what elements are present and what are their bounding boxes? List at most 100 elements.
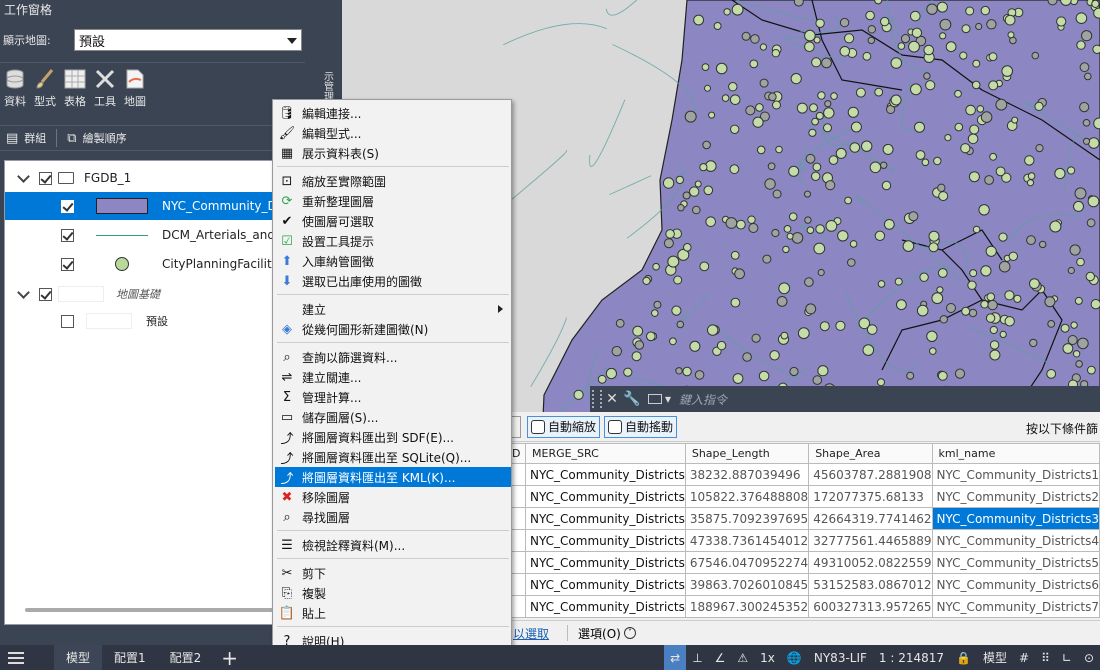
wrench-icon[interactable]: 🔧 — [622, 391, 642, 407]
table-cell[interactable]: NYC_Community_Districts1 — [931, 463, 1100, 486]
menu-item[interactable]: ⬇ 選取已出庫使用的圖徵 — [275, 271, 511, 291]
snap-icon[interactable]: ⠿ — [1035, 645, 1056, 670]
menu-item[interactable]: 🛢 編輯連接... — [275, 103, 511, 123]
table-cell[interactable]: NYC_Community_Districts3 — [931, 507, 1100, 530]
menu-item[interactable]: ✖ 移除圖層 — [275, 487, 511, 507]
chevron-down-icon[interactable] — [17, 288, 29, 300]
table-cell[interactable]: 105822.376488808 — [684, 485, 810, 508]
table-cell[interactable]: 600327313.957265 — [808, 595, 933, 618]
table-cell[interactable]: NYC_Community_Districts — [525, 529, 686, 552]
table-cell[interactable]: NYC_Community_Districts2 — [931, 485, 1100, 508]
table-cell[interactable]: NYC_Community_Districts — [525, 507, 686, 530]
filter-label[interactable]: 按以下條件篩 — [1026, 420, 1098, 437]
lock-icon[interactable]: 🔒 — [950, 645, 977, 670]
table-row[interactable]: NYC_Community_Districts 188967.300245352 6… — [505, 595, 1100, 618]
menu-item[interactable]: ⬆ 入庫納管圖徵 — [275, 251, 511, 271]
column-header[interactable]: kml_name — [931, 443, 1100, 464]
table-cell[interactable]: NYC_Community_Districts — [525, 573, 686, 596]
tab-layout1[interactable]: 配置1 — [102, 645, 158, 670]
globe-icon[interactable]: 🌐 — [781, 645, 808, 670]
table-cell[interactable]: NYC_Community_Districts4 — [931, 529, 1100, 552]
table-cell[interactable]: 188967.300245352 — [684, 595, 810, 618]
group-visibility-checkbox[interactable] — [39, 171, 52, 185]
table-row[interactable]: NYC_Community_Districts 35875.7092397695 4… — [505, 507, 1100, 530]
table-cell[interactable]: 67546.0470952274 — [684, 551, 810, 574]
menu-item[interactable]: ⤴ 將圖層資料匯出至 KML(K)... — [275, 467, 511, 487]
menu-item[interactable]: ⟳ 重新整理圖層 — [275, 191, 511, 211]
table-cell[interactable]: 32777561.4465889 — [808, 529, 933, 552]
display-map-select[interactable]: 預設 — [74, 29, 302, 51]
menu-item[interactable]: ☑ 設置工具提示 — [275, 231, 511, 251]
default-visibility-checkbox[interactable] — [61, 314, 74, 328]
table-row[interactable]: NYC_Community_Districts 105822.376488808 1… — [505, 485, 1100, 508]
table-row[interactable]: NYC_Community_Districts 39863.7026010845 5… — [505, 573, 1100, 596]
menu-item[interactable]: 📋 貼上 — [275, 603, 511, 623]
table-cell[interactable]: 35875.7092397695 — [684, 507, 810, 530]
ribbon-tools-button[interactable]: 工具 — [90, 63, 120, 112]
table-cell[interactable]: NYC_Community_Districts5 — [931, 551, 1100, 574]
menu-item[interactable]: ◈ 從幾何圖形新建圖徵(N) — [275, 319, 511, 339]
hamburger-menu-icon[interactable] — [8, 651, 24, 664]
table-cell[interactable]: 39863.7026010845 — [684, 573, 810, 596]
column-header[interactable]: Shape_Length — [684, 443, 810, 464]
menu-item[interactable]: ⌕ 查詢以篩選資料... — [275, 347, 511, 367]
close-icon[interactable]: ✕ — [602, 391, 622, 407]
menu-item[interactable]: ⇌ 建立關連... — [275, 367, 511, 387]
coordinate-system[interactable]: NY83-LIF — [808, 645, 873, 670]
ribbon-table-button[interactable]: 表格 — [60, 63, 90, 112]
menu-item[interactable]: ▭ 儲存圖層(S)... — [275, 407, 511, 427]
draw-order-button[interactable]: ⧉ 繪製順序 — [61, 130, 132, 146]
table-cell[interactable]: NYC_Community_Districts — [525, 551, 686, 574]
command-prompt-dropdown[interactable]: ▾ — [648, 392, 671, 406]
menu-item[interactable]: 🖌 編輯型式... — [275, 123, 511, 143]
angle-icon[interactable]: ∠ — [709, 645, 732, 670]
menu-item[interactable]: ▦ 展示資料表(S) — [275, 143, 511, 163]
map-scale[interactable]: 1 : 214817 — [873, 645, 950, 670]
command-line[interactable]: ✕ 🔧 ▾ 鍵入指令 — [590, 386, 1100, 412]
menu-item[interactable]: ☰ 檢視詮釋資料(M)... — [275, 535, 511, 555]
tab-model[interactable]: 模型 — [54, 645, 103, 670]
menu-item[interactable]: ⎘ 複製 — [275, 583, 511, 603]
auto-zoom-button[interactable]: 自動縮放 — [527, 415, 601, 438]
annotation-scale-icon[interactable]: ⚠ — [731, 645, 754, 670]
menu-item[interactable]: ⤴ 將圖層資料匯出至 SQLite(Q)... — [275, 447, 511, 467]
select-link[interactable]: 以選取 — [513, 625, 549, 642]
table-row[interactable]: NYC_Community_Districts 38232.887039496 45… — [505, 463, 1100, 486]
table-cell[interactable]: NYC_Community_Districts — [525, 463, 686, 486]
ribbon-data-button[interactable]: 資料 — [0, 63, 30, 112]
group-button[interactable]: ▤ 群組 — [0, 130, 52, 146]
menu-item[interactable]: ⌕ 尋找圖層 — [275, 507, 511, 527]
add-layout-icon[interactable]: + — [221, 646, 238, 670]
scale-factor[interactable]: 1x — [754, 645, 781, 670]
ribbon-map-button[interactable]: 地圖 — [120, 63, 150, 112]
menu-item[interactable]: ⊡ 縮放至實際範圍 — [275, 171, 511, 191]
layer-visibility-checkbox[interactable] — [61, 257, 74, 271]
table-cell[interactable]: 47338.7361454012 — [684, 529, 810, 552]
tab-layout2[interactable]: 配置2 — [158, 645, 214, 670]
layer-visibility-checkbox[interactable] — [61, 228, 74, 242]
menu-item[interactable]: ✂ 剪下 — [275, 563, 511, 583]
grid-icon[interactable]: # — [1013, 645, 1035, 670]
model-space-label[interactable]: 模型 — [977, 645, 1013, 670]
table-row[interactable]: NYC_Community_Districts 47338.7361454012 3… — [505, 529, 1100, 552]
table-row[interactable]: NYC_Community_Districts 67546.0470952274 4… — [505, 551, 1100, 574]
column-header[interactable]: Shape_Area — [808, 443, 933, 464]
menu-item[interactable]: ⤴ 將圖層資料匯出到 SDF(E)... — [275, 427, 511, 447]
table-cell[interactable]: NYC_Community_Districts — [525, 485, 686, 508]
command-input[interactable]: 鍵入指令 — [679, 391, 727, 408]
table-cell[interactable]: 38232.887039496 — [684, 463, 810, 486]
chevron-down-icon[interactable] — [17, 172, 29, 184]
grip-handle[interactable] — [592, 390, 602, 408]
table-cell[interactable]: 42664319.7741462 — [808, 507, 933, 530]
table-cell[interactable]: NYC_Community_Districts6 — [931, 573, 1100, 596]
table-cell[interactable]: 49310052.0822559 — [808, 551, 933, 574]
menu-item[interactable]: ✔ 使圖層可選取 — [275, 211, 511, 231]
polar-tracking-icon[interactable]: ⊙ — [1078, 645, 1100, 670]
table-cell[interactable]: 172077375.68133 — [808, 485, 933, 508]
layer-visibility-checkbox[interactable] — [61, 199, 74, 213]
menu-item[interactable]: 建立 — [275, 299, 511, 319]
ortho-mode-icon[interactable]: ∟ — [1056, 645, 1078, 670]
ortho-icon[interactable]: ⊥ — [686, 645, 708, 670]
table-cell[interactable]: NYC_Community_Districts7 — [931, 595, 1100, 618]
table-cell[interactable]: 53152583.0867012 — [808, 573, 933, 596]
